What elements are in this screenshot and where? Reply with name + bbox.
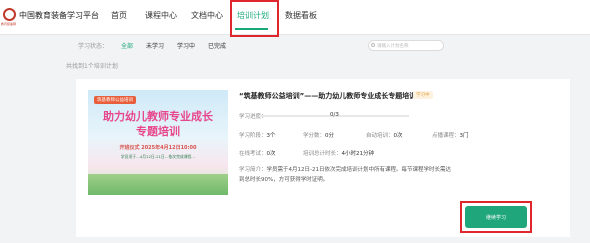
filter-completed[interactable]: 已完成 xyxy=(208,41,226,50)
filter-not-started[interactable]: 未学习 xyxy=(146,41,164,50)
stat-label: 培训总计时长： xyxy=(303,151,342,157)
course-poster[interactable]: 筑基教师公益培训 助力幼儿教师专业成长 专题培训 开班仪式 2025年4月12日… xyxy=(88,90,228,195)
stat-value: 0次 xyxy=(266,151,276,157)
nav-data-dashboard[interactable]: 数据看板 xyxy=(285,10,317,21)
status-filter: 学习状态： 全部 未学习 学习中 已完成 xyxy=(66,37,570,55)
stat-total-duration: 培训总计时长：4小时21分钟 xyxy=(303,149,374,157)
result-count: 共找到1个培训计划 xyxy=(66,63,118,70)
poster-title-line2: 专题培训 xyxy=(136,125,180,138)
emblem-icon[interactable] xyxy=(3,8,16,21)
stat-online-exams: 在线考试：0次 xyxy=(239,149,276,157)
stat-label: 自动培训： xyxy=(366,133,394,139)
site-title[interactable]: 中国教育装备学习平台 xyxy=(19,10,99,21)
search-input[interactable]: 请输入计划名称 xyxy=(368,40,444,51)
search-icon xyxy=(371,43,375,47)
stat-value: 4小时21分钟 xyxy=(341,151,375,157)
stat-label: 学分数： xyxy=(303,133,326,139)
nav-course-center[interactable]: 课程中心 xyxy=(145,10,177,21)
nav-document-center[interactable]: 文档中心 xyxy=(191,10,223,21)
stat-label: 学习阶段： xyxy=(239,133,267,139)
stat-auto-training: 自动培训：0次 xyxy=(366,131,403,139)
highlight-box-button xyxy=(460,201,532,233)
poster-badge: 筑基教师公益培训 xyxy=(94,96,136,104)
nav-home[interactable]: 首页 xyxy=(111,10,127,21)
stat-value: 0次 xyxy=(393,133,403,139)
stat-label: 在线考试： xyxy=(239,151,267,157)
filter-in-progress[interactable]: 学习中 xyxy=(177,41,195,50)
filter-label: 学习状态： xyxy=(78,43,109,50)
intro-label: 学习简介： xyxy=(239,167,267,173)
stat-stages: 学习阶段：3个 xyxy=(239,131,276,139)
stat-value: 3个 xyxy=(266,133,276,139)
poster-ground xyxy=(88,174,228,195)
course-intro: 学习简介：学员需于4月12日-21日依次完成培训计划中所有课程。每节课程学时长需… xyxy=(239,165,454,185)
status-badge: 学习中 xyxy=(413,91,433,99)
stat-value: 0分 xyxy=(325,133,335,139)
course-title[interactable]: “筑基教师公益培训”——助力幼儿教师专业成长专题培训 xyxy=(239,91,416,101)
logo-subtitle: 教育装备网 xyxy=(1,22,17,26)
stat-vod-courses: 点播课程：3门 xyxy=(432,131,469,139)
progress-text: 0/3 xyxy=(330,112,339,118)
poster-date: 开班仪式 2025年4月12日10:00 xyxy=(119,145,197,151)
stat-label: 点播课程： xyxy=(432,133,460,139)
filter-all[interactable]: 全部 xyxy=(121,41,133,50)
poster-title-line1: 助力幼儿教师专业成长 xyxy=(103,110,213,123)
poster-desc: 学员须于…4月12日-21日…依次完成课程… xyxy=(120,154,196,159)
highlight-box-nav xyxy=(230,0,279,37)
top-navbar: 教育装备网 中国教育装备学习平台 首页 课程中心 文档中心 培训计划 数据看板 xyxy=(0,0,590,35)
stat-credits: 学分数：0分 xyxy=(303,131,334,139)
stat-value: 3门 xyxy=(459,133,469,139)
intro-text: 学员需于4月12日-21日依次完成培训计划中所有课程。每节课程学时长需达到总时长… xyxy=(239,167,451,183)
